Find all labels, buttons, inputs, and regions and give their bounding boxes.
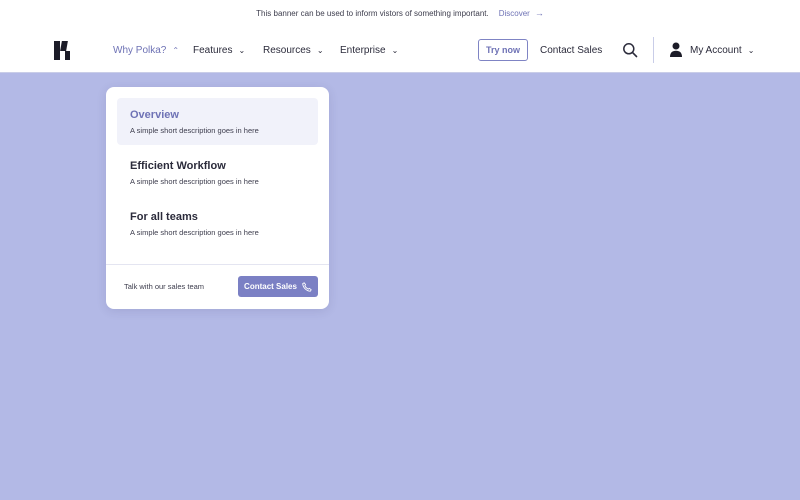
- dropdown-item-description: A simple short description goes in here: [130, 228, 259, 237]
- user-icon[interactable]: [669, 42, 683, 57]
- contact-sales-link[interactable]: Contact Sales: [540, 37, 602, 63]
- dropdown-item-description: A simple short description goes in here: [130, 126, 259, 135]
- dropdown-item-for-all-teams[interactable]: For all teams A simple short description…: [117, 200, 318, 247]
- phone-icon: [302, 281, 312, 292]
- announcement-banner: This banner can be used to inform vistor…: [0, 0, 800, 26]
- nav-enterprise[interactable]: Enterprise ⌄: [340, 37, 398, 63]
- banner-discover-label: Discover: [498, 8, 530, 18]
- polka-logo[interactable]: [54, 41, 71, 60]
- dropdown-contact-sales-button[interactable]: Contact Sales: [238, 276, 318, 297]
- nav-resources[interactable]: Resources ⌄: [263, 37, 324, 63]
- dropdown-item-description: A simple short description goes in here: [130, 177, 259, 186]
- nav-features-label: Features: [193, 44, 233, 56]
- dropdown-divider: [106, 264, 329, 265]
- dropdown-item-title: Efficient Workflow: [130, 160, 226, 172]
- search-icon[interactable]: [622, 42, 638, 58]
- dropdown-footer-text: Talk with our sales team: [124, 282, 205, 291]
- dropdown-item-title: For all teams: [130, 211, 198, 223]
- nav-why-polka[interactable]: Why Polka? ⌃: [113, 37, 179, 63]
- header: This banner can be used to inform vistor…: [0, 0, 800, 73]
- dropdown-item-title: Overview: [130, 109, 179, 121]
- banner-message: This banner can be used to inform vistor…: [256, 8, 489, 18]
- dropdown-item-efficient-workflow[interactable]: Efficient Workflow A simple short descri…: [117, 149, 318, 196]
- nav-features[interactable]: Features ⌄: [193, 37, 245, 63]
- my-account-label: My Account: [690, 44, 742, 56]
- arrow-right-icon: →: [534, 8, 544, 18]
- chevron-down-icon: ⌄: [316, 45, 324, 55]
- nav-why-polka-label: Why Polka?: [113, 44, 167, 56]
- nav-enterprise-label: Enterprise: [340, 44, 386, 56]
- dropdown-item-overview[interactable]: Overview A simple short description goes…: [117, 98, 318, 145]
- chevron-down-icon: ⌄: [747, 45, 755, 55]
- my-account-menu[interactable]: My Account ⌄: [690, 37, 754, 63]
- chevron-up-icon: ⌃: [172, 45, 180, 55]
- nav-resources-label: Resources: [263, 44, 311, 56]
- chevron-down-icon: ⌄: [391, 45, 399, 55]
- banner-discover-link[interactable]: Discover →: [499, 8, 544, 18]
- header-divider: [653, 37, 654, 63]
- try-now-button[interactable]: Try now: [478, 39, 528, 61]
- why-polka-dropdown: Overview A simple short description goes…: [106, 87, 329, 309]
- chevron-down-icon: ⌄: [238, 45, 246, 55]
- dropdown-contact-sales-label: Contact Sales: [244, 282, 297, 291]
